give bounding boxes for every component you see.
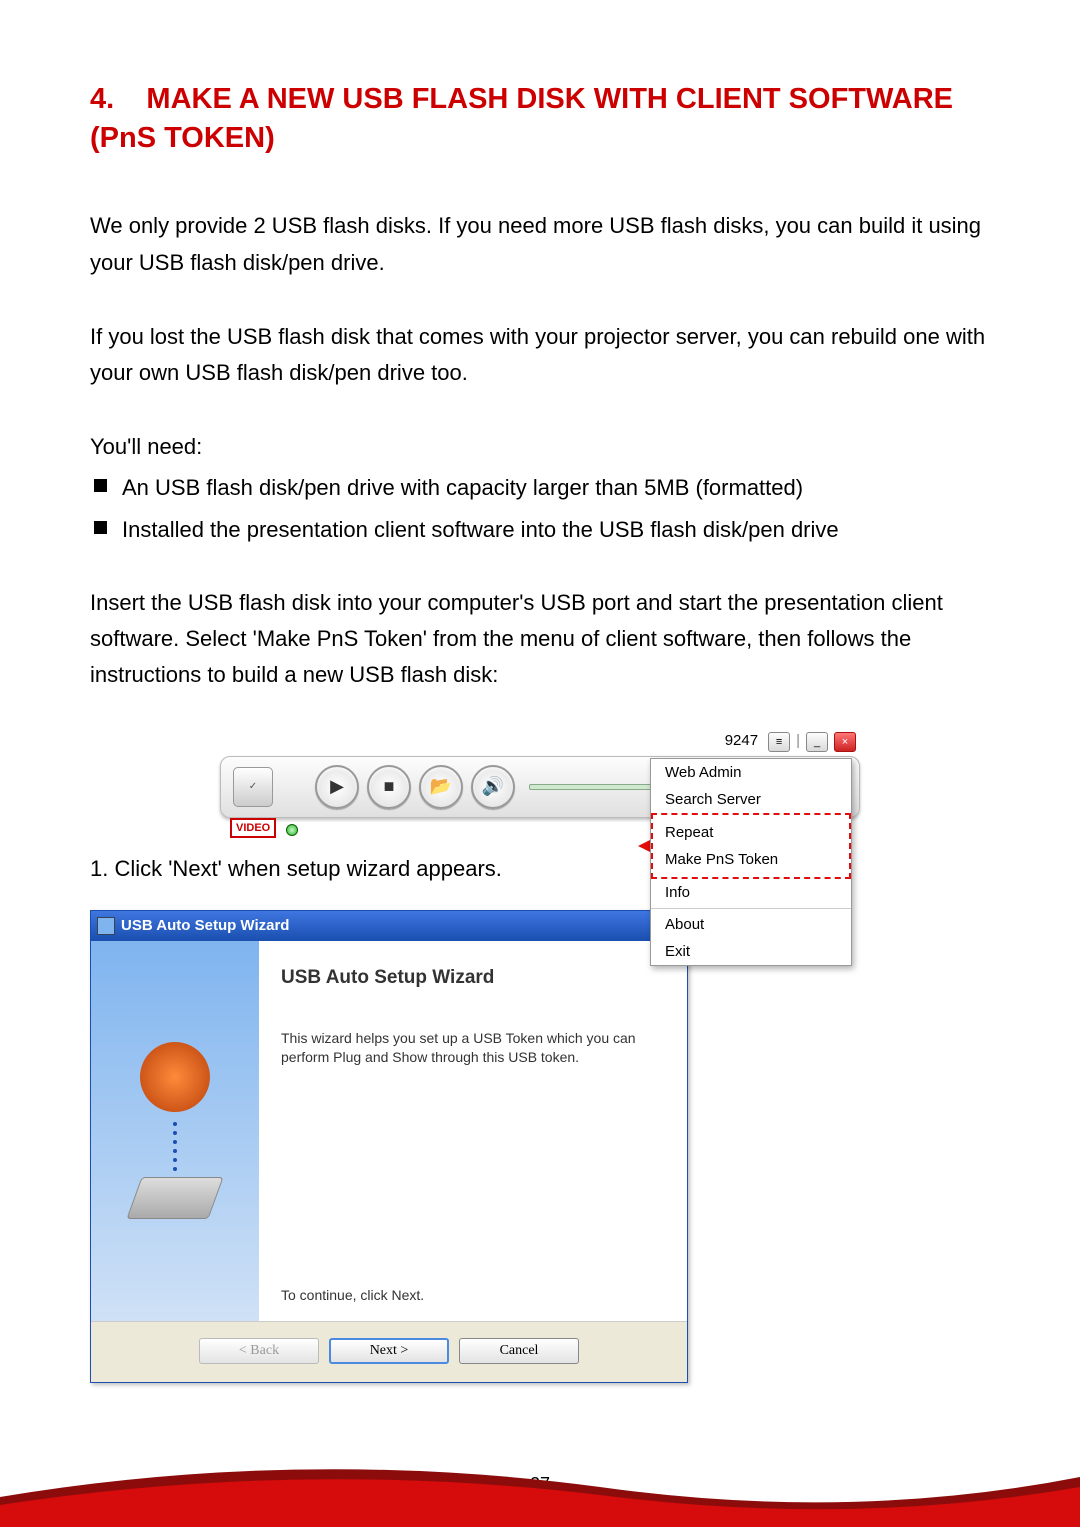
thumbnail-icon: ✓ xyxy=(233,767,273,807)
paragraph-2: If you lost the USB flash disk that come… xyxy=(90,319,990,392)
volume-button[interactable]: 🔊 xyxy=(471,765,515,809)
menu-item-exit[interactable]: Exit xyxy=(651,938,851,965)
bullet-item: An USB flash disk/pen drive with capacit… xyxy=(94,471,990,505)
close-icon[interactable]: × xyxy=(834,732,856,752)
wizard-app-icon xyxy=(97,917,115,935)
menu-item-web-admin[interactable]: Web Admin xyxy=(651,759,851,786)
wizard-button-row: < Back Next > Cancel xyxy=(91,1322,687,1382)
stop-button[interactable]: ■ xyxy=(367,765,411,809)
menu-item-search-server[interactable]: Search Server xyxy=(651,786,851,813)
bullet-text: Installed the presentation client softwa… xyxy=(122,513,839,547)
bullet-list: An USB flash disk/pen drive with capacit… xyxy=(90,471,990,547)
status-dot-icon xyxy=(286,824,298,836)
heading-title: MAKE A NEW USB FLASH DISK WITH CLIENT SO… xyxy=(90,83,953,154)
minimize-icon[interactable]: _ xyxy=(806,732,828,752)
cancel-button[interactable]: Cancel xyxy=(459,1338,579,1364)
next-button[interactable]: Next > xyxy=(329,1338,449,1364)
highlighted-menu-group: Repeat Make PnS Token xyxy=(651,813,851,879)
bullet-square-icon xyxy=(94,479,107,492)
bullet-text: An USB flash disk/pen drive with capacit… xyxy=(122,471,803,505)
video-label: VIDEO xyxy=(230,818,276,838)
step-1: 1. Click 'Next' when setup wizard appear… xyxy=(90,856,990,882)
paragraph-1: We only provide 2 USB flash disks. If yo… xyxy=(90,208,990,281)
client-software-screenshot: 9247 ≡ | _ × ✓ ▶ ■ 📂 🔊 VIDEO Web A xyxy=(220,732,860,836)
context-menu: Web Admin Search Server Repeat Make PnS … xyxy=(650,758,852,966)
section-heading: 4. MAKE A NEW USB FLASH DISK WITH CLIENT… xyxy=(90,80,990,158)
menu-item-info[interactable]: Info xyxy=(651,879,851,906)
wizard-description: This wizard helps you set up a USB Token… xyxy=(281,1029,665,1067)
back-button: < Back xyxy=(199,1338,319,1364)
usb-drive-icon xyxy=(126,1177,223,1219)
menu-separator xyxy=(651,908,851,909)
wizard-continue-text: To continue, click Next. xyxy=(281,1287,665,1303)
footer-ribbon xyxy=(0,1437,1080,1527)
heading-number: 4. xyxy=(90,83,114,115)
setup-wizard-dialog: USB Auto Setup Wizard × USB Auto Setup W… xyxy=(90,910,688,1383)
play-button[interactable]: ▶ xyxy=(315,765,359,809)
menu-item-repeat[interactable]: Repeat xyxy=(665,819,837,846)
wizard-titlebar: USB Auto Setup Wizard × xyxy=(91,911,687,941)
open-button[interactable]: 📂 xyxy=(419,765,463,809)
gear-icon xyxy=(140,1042,210,1112)
need-label: You'll need: xyxy=(90,429,990,464)
bullet-square-icon xyxy=(94,521,107,534)
menu-item-make-token[interactable]: Make PnS Token xyxy=(665,846,837,873)
session-code: 9247 xyxy=(721,732,762,752)
wizard-side-graphic xyxy=(91,941,259,1321)
dots-icon xyxy=(173,1122,177,1171)
wizard-heading: USB Auto Setup Wizard xyxy=(281,967,665,989)
paragraph-3: Insert the USB flash disk into your comp… xyxy=(90,585,990,694)
menu-icon[interactable]: ≡ xyxy=(768,732,790,752)
bullet-item: Installed the presentation client softwa… xyxy=(94,513,990,547)
wizard-title-text: USB Auto Setup Wizard xyxy=(121,917,289,934)
menu-item-about[interactable]: About xyxy=(651,911,851,938)
